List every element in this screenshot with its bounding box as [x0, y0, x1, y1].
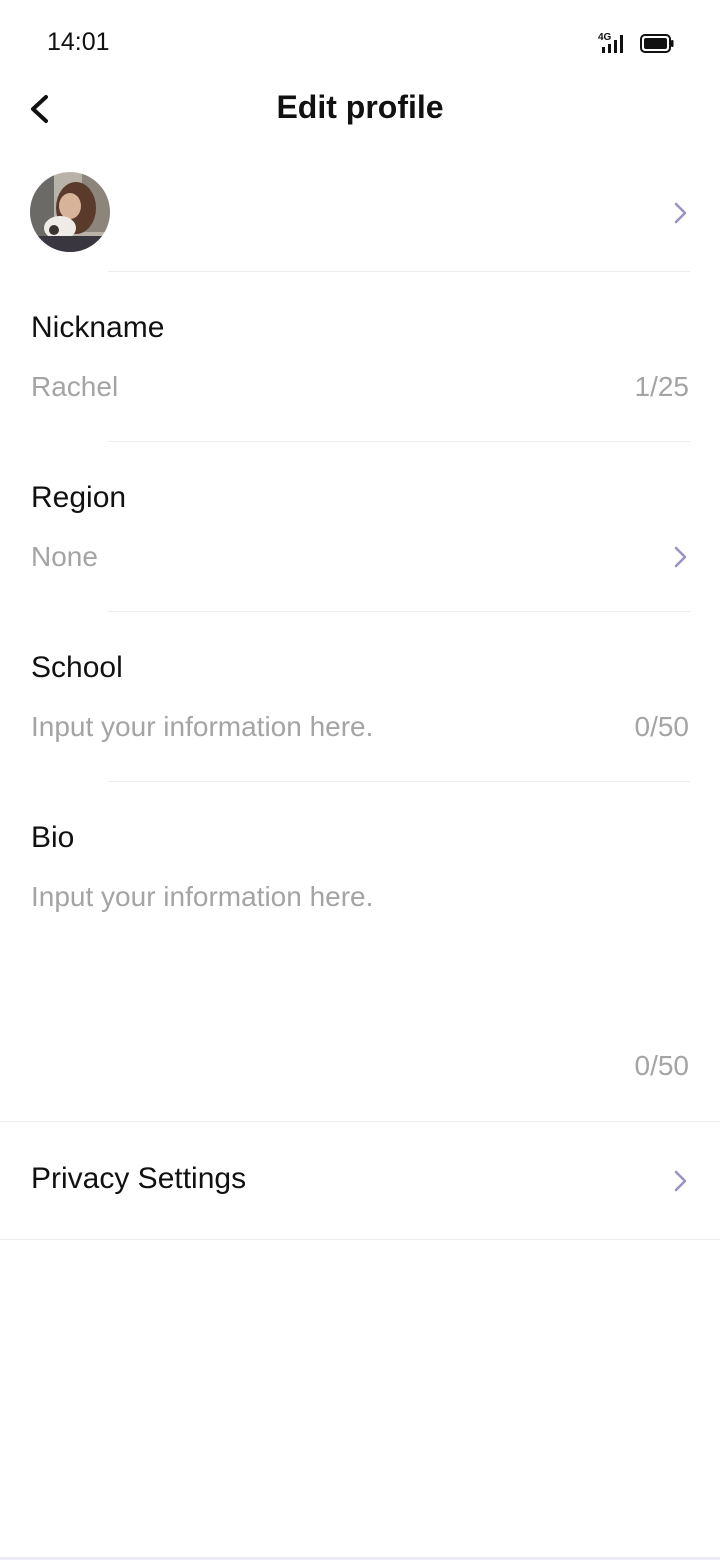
school-label: School [31, 651, 123, 684]
network-type: 4G [598, 32, 612, 43]
divider [108, 271, 690, 272]
nickname-label: Nickname [31, 311, 165, 344]
school-input[interactable]: Input your information here. [31, 711, 373, 743]
chevron-right-icon [674, 1170, 687, 1192]
avatar[interactable] [30, 172, 110, 252]
status-time: 14:01 [47, 28, 110, 56]
region-select[interactable]: None [31, 541, 98, 573]
bio-char-count: 0/50 [634, 1050, 690, 1081]
chevron-right-icon [674, 546, 687, 568]
region-label: Region [31, 481, 127, 514]
bio-label: Bio [31, 821, 75, 854]
divider [108, 611, 690, 612]
bio-input[interactable]: Input your information here. [31, 881, 373, 913]
divider [108, 781, 690, 782]
nickname-input[interactable]: Rachel [31, 371, 118, 403]
school-char-count: 0/50 [634, 711, 690, 742]
nickname-char-count: 1/25 [634, 371, 690, 402]
privacy-settings-item[interactable]: Privacy Settings [31, 1162, 246, 1196]
avatar-photo [30, 172, 110, 252]
header: Edit profile [0, 75, 720, 145]
divider [0, 1239, 720, 1240]
avatar-row[interactable] [0, 172, 720, 272]
page-title: Edit profile [276, 89, 444, 125]
divider [108, 441, 690, 442]
divider [0, 1121, 720, 1122]
battery-icon [640, 34, 674, 53]
chevron-right-icon [674, 202, 687, 224]
signal-icon: 4G [598, 32, 623, 53]
